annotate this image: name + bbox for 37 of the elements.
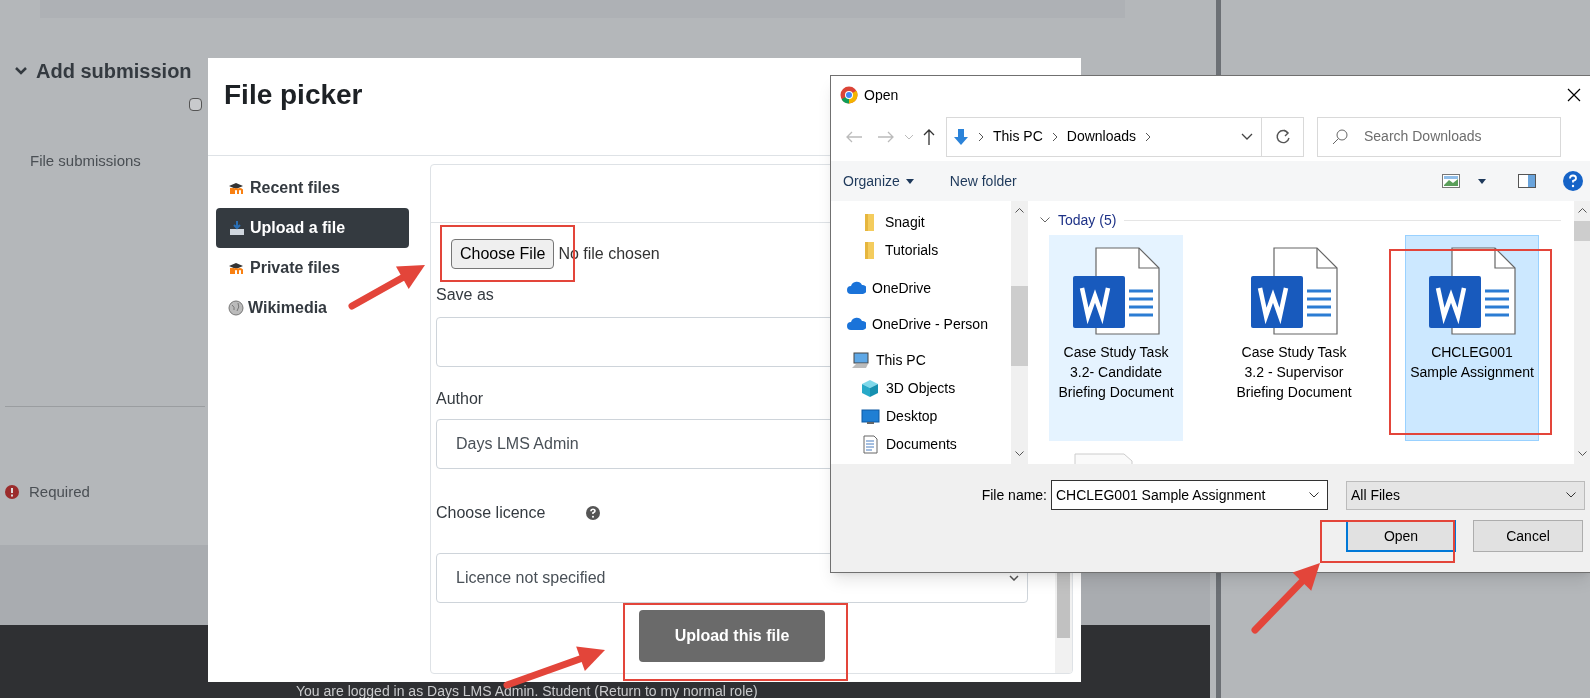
breadcrumb-item[interactable]: Downloads xyxy=(1066,126,1137,147)
nav-item[interactable]: OneDrive - Person xyxy=(831,310,1028,338)
nav-item[interactable]: Tutorials xyxy=(831,236,1028,264)
search-field[interactable]: Search Downloads xyxy=(1317,116,1561,157)
field-label: Choose licence xyxy=(436,503,547,523)
footer-text: You are logged in as Days LMS Admin. Student (Return to my normal role) xyxy=(296,683,758,698)
new-folder-button[interactable]: New folder xyxy=(949,170,1017,192)
section-title: Add submission xyxy=(36,59,192,84)
repository-item[interactable]: Upload a file xyxy=(216,208,409,248)
dialog-title: File picker xyxy=(224,78,363,112)
upload-button[interactable]: Upload this file xyxy=(639,610,825,662)
field-label: Save as xyxy=(436,285,494,305)
nav-item[interactable]: Documents xyxy=(831,430,1028,458)
organize-menu[interactable]: Organize xyxy=(841,170,916,192)
address-bar[interactable]: This PC Downloads xyxy=(946,116,1262,157)
dialog-button[interactable]: Open xyxy=(1346,520,1456,552)
dialog-button[interactable]: Cancel xyxy=(1473,520,1583,552)
file-item[interactable]: Case Study Task 3.2 - Supervisor Briefing Document xyxy=(1227,235,1361,441)
nav-item[interactable]: 3D Objects xyxy=(831,374,1028,402)
repository-item[interactable]: Recent files xyxy=(216,168,352,208)
file-item[interactable]: CHCLEG001 Sample Assignment xyxy=(1405,235,1539,441)
nav-item[interactable]: Snagit xyxy=(831,208,1028,236)
choose-file-button[interactable]: Choose File xyxy=(451,239,555,269)
file-type-dropdown[interactable]: All Files xyxy=(1346,480,1585,510)
field-label: Author xyxy=(436,389,484,409)
required-label: Required xyxy=(29,482,90,502)
breadcrumb-item[interactable]: This PC xyxy=(993,126,1043,147)
file-item[interactable]: Case Study Task 3.2- Candidate Briefing Document xyxy=(1049,235,1183,441)
repository-item[interactable]: Wikimedia xyxy=(216,288,339,328)
file-name-field[interactable]: CHCLEG001 Sample Assignment xyxy=(1051,480,1328,510)
field-label: File name: xyxy=(981,485,1047,505)
nav-item[interactable]: This PC xyxy=(831,346,1028,374)
group-header[interactable]: Today (5) xyxy=(1058,209,1117,231)
field-label: File submissions xyxy=(30,151,141,171)
window-title: Open xyxy=(864,85,900,105)
repository-item[interactable]: Private files xyxy=(216,248,352,288)
nav-item[interactable]: OneDrive xyxy=(831,274,1028,302)
